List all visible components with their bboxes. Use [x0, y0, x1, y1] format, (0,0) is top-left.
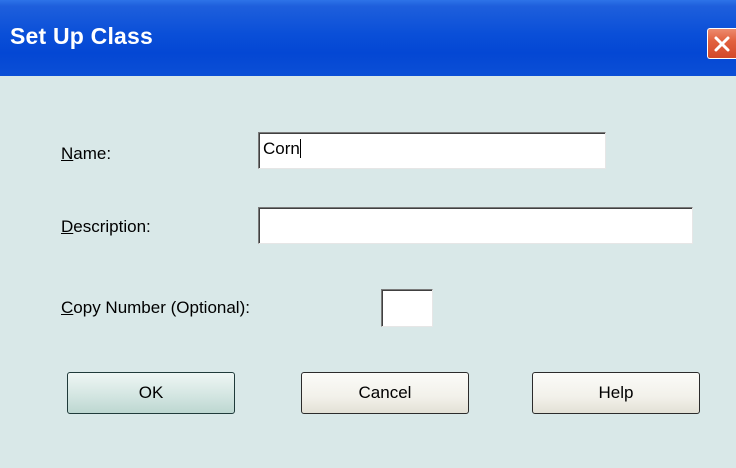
- close-icon: [714, 36, 730, 52]
- close-button[interactable]: [707, 28, 736, 59]
- copy-number-input[interactable]: [381, 289, 433, 327]
- title-bar[interactable]: Set Up Class: [0, 0, 736, 76]
- name-label-text: ame:: [73, 144, 112, 163]
- description-label-text: escription:: [73, 217, 151, 236]
- set-up-class-dialog: Set Up Class Name: Corn Description: Cop…: [0, 0, 736, 468]
- copy-number-label-text: opy Number (Optional):: [73, 298, 250, 317]
- name-label-mnemonic: N: [61, 144, 74, 163]
- dialog-body: Name: Corn Description: Copy Number (Opt…: [0, 76, 736, 468]
- description-label: Description:: [61, 217, 151, 237]
- copy-number-label: Copy Number (Optional):: [61, 298, 250, 318]
- name-input[interactable]: Corn: [258, 132, 606, 169]
- name-label: Name:: [61, 144, 111, 164]
- name-input-value: Corn: [263, 139, 300, 158]
- copy-number-label-mnemonic: C: [61, 298, 74, 317]
- ok-button[interactable]: OK: [67, 372, 235, 414]
- help-button[interactable]: Help: [532, 372, 700, 414]
- cancel-button[interactable]: Cancel: [301, 372, 469, 414]
- description-input[interactable]: [258, 207, 693, 244]
- text-caret: [299, 139, 301, 158]
- description-label-mnemonic: D: [61, 217, 74, 236]
- window-title: Set Up Class: [10, 23, 154, 49]
